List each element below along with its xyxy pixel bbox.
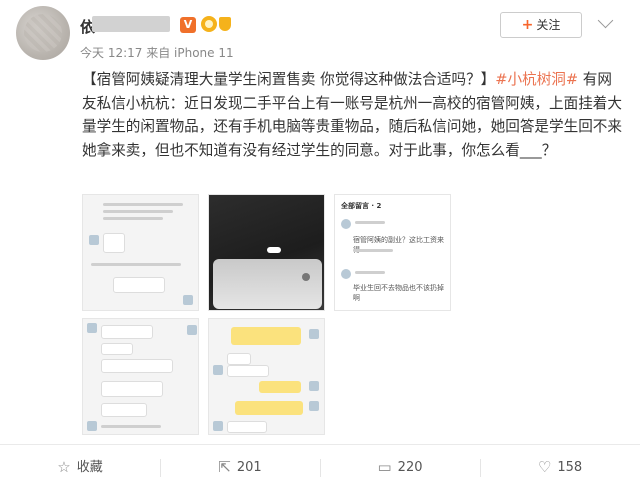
avatar-icon <box>89 235 99 245</box>
like-button[interactable]: ♡ 158 <box>480 445 640 490</box>
chat-bubble <box>101 381 163 397</box>
avatar-icon <box>309 401 319 411</box>
chat-line <box>91 263 181 266</box>
weibo-post-card: 依 V 今天 12:17 来自 iPhone 11 + 关注 【宿管阿姨疑清理大量… <box>0 0 640 490</box>
chat-bubble <box>227 353 251 365</box>
chat-bubble <box>227 421 267 433</box>
comment-line-2: 毕业生回不去物品也不该扔掉啊 <box>353 284 444 302</box>
username-blur <box>92 16 170 32</box>
repost-count: 201 <box>236 460 262 475</box>
chat-line <box>103 210 173 213</box>
chat-bubble <box>259 381 301 393</box>
medal-icon <box>201 16 217 32</box>
avatar-icon <box>87 323 97 333</box>
avatar-icon <box>213 421 223 431</box>
chat-bubble <box>235 401 303 415</box>
like-count: 158 <box>557 460 583 475</box>
hashtag-link[interactable]: #小杭树洞# <box>495 71 578 88</box>
chat-bubble <box>101 325 153 339</box>
avatar[interactable] <box>16 6 70 60</box>
chat-bubble <box>231 327 301 345</box>
chat-bubble <box>101 359 173 373</box>
avatar-icon <box>213 365 223 375</box>
image-thumb-3[interactable]: 全部留言 · 2 宿管阿姨的副业？这比工资来得 毕业生回不去物品也不该扔掉啊 <box>334 194 451 311</box>
chat-line <box>103 217 163 220</box>
chat-bubble <box>113 277 165 293</box>
comments-title: 全部留言 · 2 <box>341 202 382 210</box>
collect-button[interactable]: ☆ 收藏 <box>0 445 160 490</box>
chat-bubble <box>227 365 269 377</box>
star-icon: ☆ <box>57 458 71 476</box>
follow-label: 关注 <box>536 18 561 32</box>
image-grid: 全部留言 · 2 宿管阿姨的副业？这比工资来得 毕业生回不去物品也不该扔掉啊 <box>82 194 452 436</box>
image-thumb-5[interactable] <box>208 318 325 435</box>
repost-icon: ⇱ <box>218 458 231 476</box>
comment-line-1: 宿管阿姨的副业？这比工资来得 <box>353 236 444 254</box>
post-title: 【宿管阿姨疑清理大量学生闲置售卖 你觉得这种做法合适吗？】 <box>82 71 496 88</box>
chat-line <box>353 249 393 252</box>
plus-icon: + <box>521 17 534 33</box>
avatar-icon <box>309 381 319 391</box>
post-text: 【宿管阿姨疑清理大量学生闲置售卖 你觉得这种做法合适吗？】#小杭树洞# 有网友私… <box>82 68 622 162</box>
repost-button[interactable]: ⇱ 201 <box>160 445 320 490</box>
avatar-icon <box>341 269 351 279</box>
thumbs-up-icon: ♡ <box>537 458 552 476</box>
avatar-icon <box>341 219 351 229</box>
avatar-icon <box>87 421 97 431</box>
avatar-icon <box>309 329 319 339</box>
chat-line <box>355 271 385 274</box>
chevron-down-icon[interactable] <box>597 12 614 29</box>
image-thumb-2[interactable] <box>208 194 325 311</box>
post-meta: 今天 12:17 来自 iPhone 11 <box>80 46 234 60</box>
light-glow <box>267 247 281 253</box>
avatar-icon <box>187 325 197 335</box>
action-bar: ☆ 收藏 ⇱ 201 ▭ 220 ♡ 158 <box>0 444 640 490</box>
vip-badge-icon: V <box>180 17 196 33</box>
image-thumb-1[interactable] <box>82 194 199 311</box>
chat-bubble <box>101 403 147 417</box>
collect-label: 收藏 <box>76 460 103 475</box>
chat-line <box>355 221 385 224</box>
chat-bubble <box>103 233 125 253</box>
comment-count: 220 <box>397 460 423 475</box>
follow-button[interactable]: + 关注 <box>500 12 582 38</box>
comment-button[interactable]: ▭ 220 <box>320 445 480 490</box>
chat-bubble <box>101 343 133 355</box>
chat-line <box>103 203 183 206</box>
image-thumb-4[interactable] <box>82 318 199 435</box>
avatar-icon <box>183 295 193 305</box>
chat-line <box>101 425 161 428</box>
phone-back <box>213 259 322 309</box>
comment-icon: ▭ <box>377 458 392 476</box>
shield-icon <box>219 17 231 31</box>
